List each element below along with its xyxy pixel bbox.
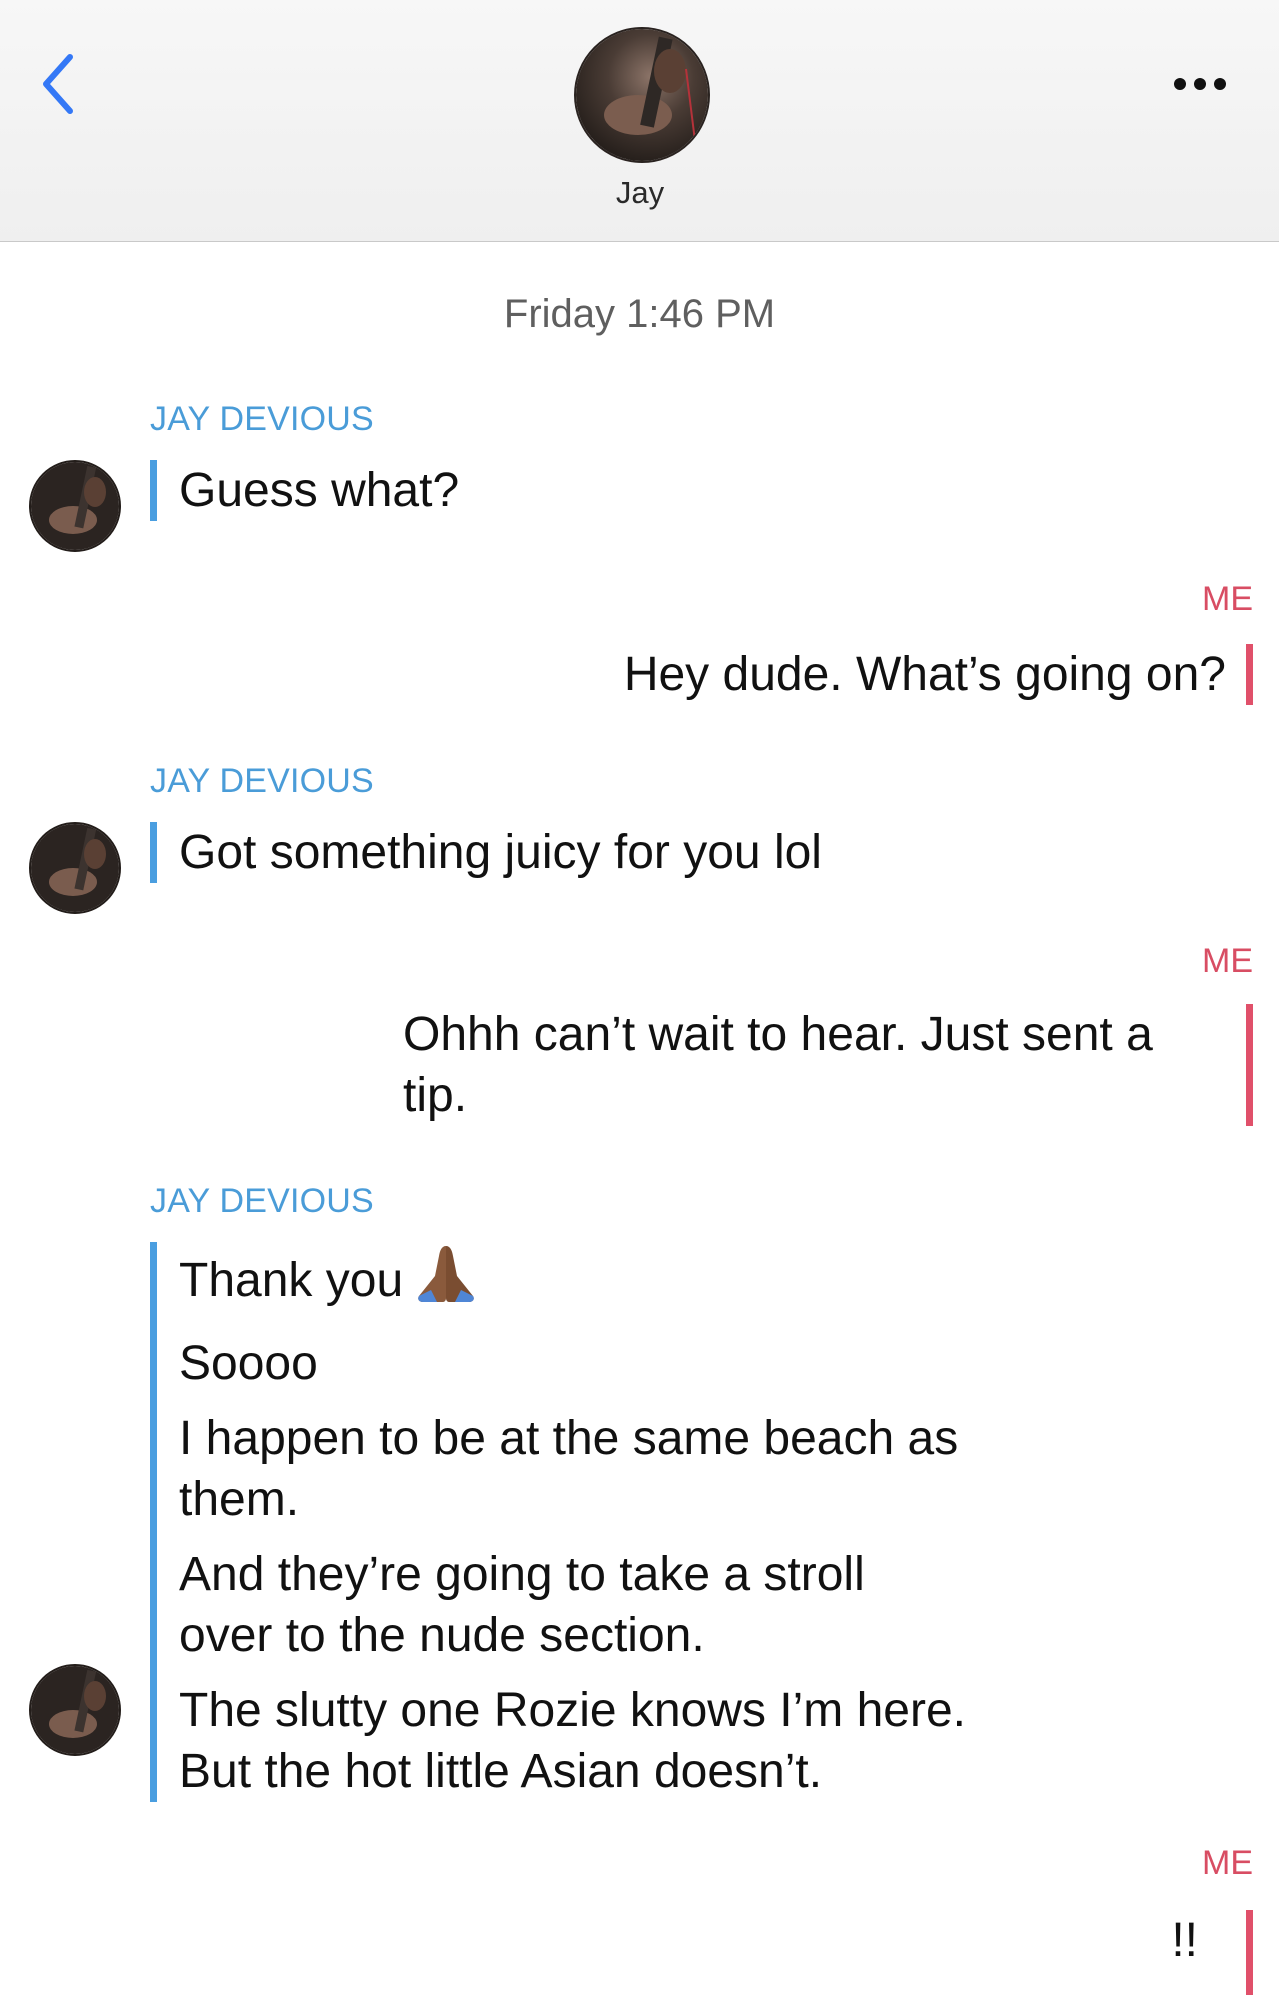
folded-hands-icon bbox=[413, 1242, 479, 1319]
sender-label: ME bbox=[1202, 942, 1253, 980]
incoming-message-group: Thank you Soooo I happen to be at the sa… bbox=[150, 1242, 1020, 1802]
message-text: Hey dude. What’s going on? bbox=[623, 648, 1226, 701]
message-text: Got something juicy for you lol bbox=[179, 826, 822, 879]
sender-avatar[interactable] bbox=[29, 1664, 121, 1756]
message-text: I happen to be at the same beach as them… bbox=[179, 1412, 959, 1526]
message-text: !! bbox=[1171, 1914, 1198, 1967]
more-options-button[interactable] bbox=[1150, 62, 1250, 106]
sender-label: JAY DEVIOUS bbox=[150, 1182, 374, 1220]
sender-label: JAY DEVIOUS bbox=[150, 400, 374, 438]
sender-label: JAY DEVIOUS bbox=[150, 762, 374, 800]
contact-name[interactable]: Jay bbox=[540, 175, 740, 211]
message-text: The slutty one Rozie knows I’m here. But… bbox=[179, 1684, 967, 1798]
message-text: Ohhh can’t wait to hear. Just sent a tip… bbox=[403, 1008, 1153, 1122]
incoming-message: Guess what? bbox=[150, 460, 1050, 521]
avatar-photo bbox=[31, 462, 119, 550]
avatar-photo bbox=[576, 29, 708, 161]
outgoing-message: !! bbox=[1171, 1910, 1253, 1995]
avatar-photo bbox=[31, 824, 119, 912]
message-text-content: Thank you bbox=[179, 1254, 404, 1307]
message-text: Guess what? bbox=[179, 464, 460, 517]
outgoing-message: Hey dude. What’s going on? bbox=[624, 644, 1253, 705]
avatar-photo bbox=[31, 1666, 119, 1754]
chevron-left-icon bbox=[43, 54, 73, 114]
back-button[interactable] bbox=[28, 48, 88, 120]
message-text: Thank you bbox=[179, 1242, 1020, 1319]
chat-header: Jay bbox=[0, 0, 1279, 242]
sender-avatar[interactable] bbox=[29, 460, 121, 552]
contact-avatar[interactable] bbox=[574, 27, 710, 163]
conversation-timestamp: Friday 1:46 PM bbox=[503, 292, 776, 336]
more-horizontal-icon bbox=[1174, 78, 1226, 90]
sender-avatar[interactable] bbox=[29, 822, 121, 914]
outgoing-message: Ohhh can’t wait to hear. Just sent a tip… bbox=[403, 1004, 1253, 1126]
message-text: Soooo bbox=[179, 1337, 318, 1390]
incoming-message: Got something juicy for you lol bbox=[150, 822, 1050, 883]
chat-screen: Jay Friday 1:46 PM JAY DEVIOUS Guess wha… bbox=[0, 0, 1279, 1995]
sender-label: ME bbox=[1202, 580, 1253, 618]
message-text: And they’re going to take a stroll over … bbox=[179, 1548, 865, 1662]
sender-label: ME bbox=[1202, 1844, 1253, 1882]
